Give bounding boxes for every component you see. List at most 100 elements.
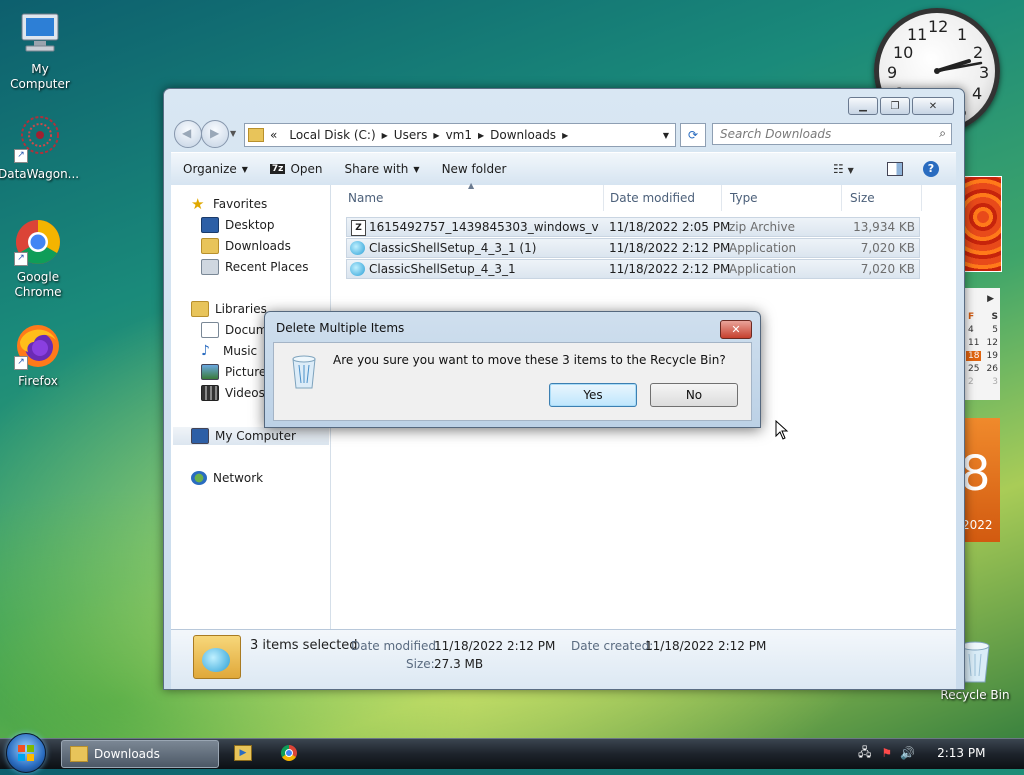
nav-desktop[interactable]: Desktop [201,216,275,234]
nav-my-computer[interactable]: My Computer [191,427,296,445]
delete-dialog[interactable]: Delete Multiple Items ✕ Are you sure you… [264,311,761,428]
datawagon-icon: ↗ [14,115,62,163]
7zip-icon: 7z [269,164,286,174]
breadcrumb-item[interactable]: vm1 [446,128,472,142]
quicklaunch-chrome-icon[interactable] [281,745,297,761]
views-button[interactable]: ☷ ▼ [833,162,854,176]
file-date: 11/18/2022 2:12 PM [609,241,731,255]
organize-button[interactable]: Organize ▼ [183,162,248,176]
dialog-body: Are you sure you want to move these 3 it… [273,342,752,421]
dialog-close-button[interactable]: ✕ [720,320,752,339]
search-placeholder: Search Downloads [720,127,832,141]
new-folder-button[interactable]: New folder [442,162,507,176]
window-controls: ▁ ❐ ✕ [846,97,954,115]
desktop-icon-my-computer[interactable]: My Computer [0,10,80,92]
dialog-title: Delete Multiple Items [276,321,405,335]
search-icon[interactable]: ⌕ [939,126,946,141]
recycle-bin-icon [290,353,318,389]
calendar-date[interactable]: 25 [968,364,979,374]
column-header-size[interactable]: Size [842,185,922,211]
open-button[interactable]: 7z Open [269,162,323,176]
calendar-date[interactable]: 12 [987,338,998,348]
action-center-icon[interactable]: ⚑ [881,746,892,760]
breadcrumb-overflow[interactable]: « [270,128,277,142]
nav-label: Recent Places [225,260,309,274]
nav-libraries[interactable]: Libraries [191,300,267,318]
yes-button[interactable]: Yes [549,383,637,407]
nav-videos[interactable]: Videos [201,384,265,402]
minimize-button[interactable]: ▁ [848,97,878,115]
no-button[interactable]: No [650,383,738,407]
folder-icon [248,128,264,142]
file-row[interactable]: ClassicShellSetup_4_3_1 11/18/2022 2:12 … [346,259,920,279]
calendar-date[interactable]: 2 [968,377,974,387]
calendar-date[interactable]: 26 [987,364,998,374]
slideshow-gadget[interactable] [962,176,1002,272]
breadcrumb-item[interactable]: Users [394,128,428,142]
close-button[interactable]: ✕ [912,97,954,115]
nav-favorites[interactable]: ★ Favorites [191,195,267,213]
network-tray-icon[interactable]: 🖧 [858,743,871,764]
desktop-icon-firefox[interactable]: ↗ Firefox [0,322,78,389]
dialog-message: Are you sure you want to move these 3 it… [333,353,726,367]
calendar-date[interactable]: 4 [968,325,974,335]
address-bar[interactable]: « Local Disk (C:) ▶ Users ▶ vm1 ▶ Downlo… [244,123,676,147]
nav-recent-places[interactable]: Recent Places [201,258,308,276]
calendar-date[interactable]: 11 [968,338,979,348]
address-dropdown-icon[interactable]: ▼ [663,131,669,140]
breadcrumb-separator-icon[interactable]: ▶ [382,131,388,140]
calendar-date[interactable]: 19 [987,351,998,361]
column-header-name[interactable]: Name [340,185,604,211]
preview-pane-icon[interactable] [887,162,903,176]
taskbar-button-downloads[interactable]: Downloads [61,740,219,768]
start-button[interactable] [6,733,46,773]
file-row[interactable]: ClassicShellSetup_4_3_1 (1) 11/18/2022 2… [346,238,920,258]
breadcrumb-separator-icon[interactable]: ▶ [478,131,484,140]
search-input[interactable]: Search Downloads ⌕ [712,123,952,145]
clock-time[interactable]: 2:13 PM [937,746,985,760]
firefox-icon: ↗ [14,322,62,370]
calendar-next-icon[interactable]: ▶ [987,294,994,304]
file-name: ClassicShellSetup_4_3_1 (1) [369,241,537,255]
column-header-type[interactable]: Type [722,185,842,211]
calendar-date[interactable]: 3 [992,377,998,387]
desktop-icon-datawagon[interactable]: ↗ DataWagon... [0,115,80,182]
file-size: 7,020 KB [860,241,915,255]
nav-pictures[interactable]: Pictures [201,363,273,381]
new-folder-label: New folder [441,162,507,176]
libraries-icon [191,301,209,317]
open-label: Open [290,162,323,176]
nav-music[interactable]: ♪ Music [201,342,257,360]
file-name: 1615492757_1439845303_windows_vista_a... [369,220,599,234]
date-gadget[interactable]: 8 2022 [960,418,1000,542]
nav-network[interactable]: Network [191,469,263,487]
chevron-down-icon: ▼ [413,164,420,174]
help-icon[interactable]: ? [923,161,939,177]
calendar-date[interactable]: 5 [992,325,998,335]
share-with-button[interactable]: Share with ▼ [345,162,420,176]
breadcrumb-item[interactable]: Downloads [490,128,556,142]
recent-pages-dropdown[interactable]: ▼ [230,129,236,138]
back-button[interactable]: ◀ [174,120,202,148]
desktop-icon-label: DataWagon... [0,167,80,181]
nav-downloads[interactable]: Downloads [201,237,291,255]
file-row[interactable]: Z 1615492757_1439845303_windows_vista_a.… [346,217,920,237]
quicklaunch-media-icon[interactable]: ▶ [234,745,252,761]
column-header-date[interactable]: Date modified [602,185,722,211]
desktop-icon-label: My Computer [10,62,70,91]
desktop-icon-google-chrome[interactable]: ↗ Google Chrome [0,218,78,300]
date-gadget-year: 2022 [962,518,993,532]
calendar-today[interactable]: 18 [966,351,982,361]
breadcrumb-item[interactable]: Local Disk (C:) [289,128,375,142]
pictures-icon [201,364,219,380]
breadcrumb-separator-icon[interactable]: ▶ [433,131,439,140]
volume-icon[interactable]: 🔊 [900,746,915,760]
maximize-button[interactable]: ❐ [880,97,910,115]
breadcrumb-separator-icon[interactable]: ▶ [562,131,568,140]
forward-button[interactable]: ▶ [201,120,229,148]
details-pane: 3 items selected Date modified: 11/18/20… [171,629,956,689]
calendar-gadget[interactable]: ▶ F S 4 5 11 12 18 19 25 26 2 3 [962,288,1000,400]
network-icon [191,471,207,485]
shell-setup-icon [350,241,365,255]
refresh-icon[interactable]: ⟳ [680,123,706,147]
